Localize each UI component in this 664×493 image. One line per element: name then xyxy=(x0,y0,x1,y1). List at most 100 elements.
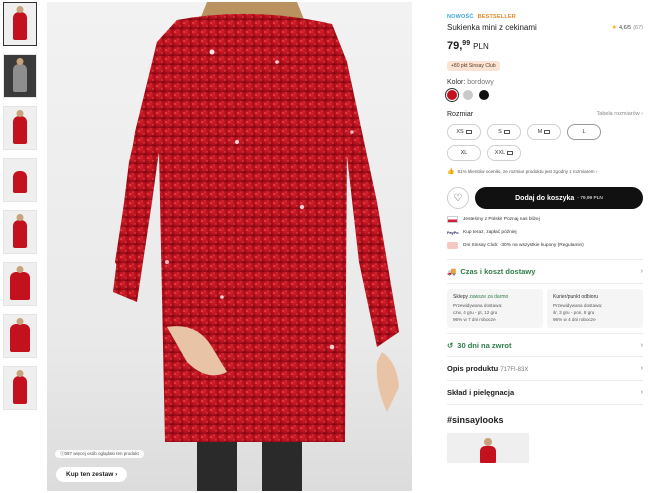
info-poland-text: Jesteśmy z Polski! Poznaj nas bliżej xyxy=(463,217,540,222)
envelope-icon xyxy=(544,130,551,134)
stores-eta-pct: 96% w 7 dni robocze xyxy=(453,316,496,322)
chevron-right-icon: › xyxy=(115,471,118,478)
thumb-figure xyxy=(13,12,27,40)
look-head xyxy=(484,438,492,447)
dress-illustration xyxy=(113,2,399,491)
thumb-figure xyxy=(13,171,27,193)
product-tags: NOWOŚĆ BESTSELLER xyxy=(447,14,643,20)
info-club-days[interactable]: Dni Sinsay Club: -30% na wszystkie kupon… xyxy=(447,242,643,249)
price-cents: 99 xyxy=(462,40,471,47)
stores-heading: Sklepy xyxy=(453,294,470,300)
envelope-icon xyxy=(507,151,514,155)
rating-count: (67) xyxy=(633,24,643,31)
size-xs-label: XS xyxy=(456,129,464,135)
thumbnail-2[interactable] xyxy=(3,54,37,98)
delivery-accordion[interactable]: 🚚 Czas i koszt dostawy › xyxy=(447,260,643,284)
poland-flag-icon xyxy=(447,216,458,223)
product-code: 717FI-83X xyxy=(500,367,529,374)
rating-value: 4,6/5 xyxy=(618,24,632,31)
star-icon: ★ xyxy=(611,25,617,31)
color-label-text: Kolor: xyxy=(447,79,466,86)
sinsaylooks-heading: #sinsaylooks xyxy=(447,415,504,426)
thumbnail-column xyxy=(3,2,37,418)
swatch-burgundy[interactable] xyxy=(445,88,459,102)
delivery-courier: Kurier/punkt odbioru Przewidywana dostaw… xyxy=(547,289,643,329)
size-s-label: S xyxy=(498,129,502,135)
thumbnail-8[interactable] xyxy=(3,366,37,410)
thumbnail-5[interactable] xyxy=(3,210,37,254)
color-label: Kolor: bordowy xyxy=(447,79,643,86)
chevron-right-icon: › xyxy=(640,365,643,373)
thumb-head xyxy=(16,110,24,117)
size-s[interactable]: S xyxy=(487,124,521,140)
description-heading: Opis produktu xyxy=(447,364,499,374)
thumb-head xyxy=(16,370,24,377)
size-xs[interactable]: XS xyxy=(447,124,481,140)
info-club-text: Dni Sinsay Club: -30% na wszystkie kupon… xyxy=(463,243,584,248)
info-paypo[interactable]: PayPo Kup teraz, zapłać później xyxy=(447,230,643,235)
shop-the-look-button[interactable]: Kup ten zestaw › xyxy=(55,466,129,483)
viewers-note: ⓢ087 więcej osób oglądało ten produkt xyxy=(55,450,144,458)
thumb-figure xyxy=(13,64,27,92)
wishlist-heart-button[interactable]: ♡ xyxy=(447,187,469,209)
heart-icon: ♡ xyxy=(453,192,463,204)
returns-heading: 30 dni na zwrot xyxy=(457,340,512,350)
size-xl[interactable]: XL xyxy=(447,145,481,161)
info-paypo-text: Kup teraz, zapłać później xyxy=(463,230,517,235)
size-guide-link[interactable]: Tabela rozmiarów › xyxy=(597,111,643,118)
swatch-grey[interactable] xyxy=(463,90,473,100)
price-currency: PLN xyxy=(473,42,489,51)
size-label: Rozmiar xyxy=(447,111,474,118)
swatch-black[interactable] xyxy=(479,90,489,100)
club-icon xyxy=(447,242,458,249)
product-rating[interactable]: ★ 4,6/5 (67) xyxy=(611,24,643,32)
envelope-icon xyxy=(503,130,510,134)
bestseller-tag: BESTSELLER xyxy=(477,14,516,20)
size-xl-label: XL xyxy=(460,150,468,156)
size-l[interactable]: L xyxy=(567,124,601,140)
add-to-cart-price: - 79,99 PLN xyxy=(577,195,603,201)
chevron-right-icon: › xyxy=(640,341,643,349)
courier-eta-dates: śr, 3 gru - pon, 8 gru xyxy=(553,309,595,315)
thumb-head xyxy=(16,214,24,221)
thumbnail-4[interactable] xyxy=(3,158,37,202)
thumb-figure xyxy=(13,220,27,248)
thumbnail-6[interactable] xyxy=(3,262,37,306)
thumb-figure xyxy=(13,376,27,404)
price-main: 79, xyxy=(447,40,463,52)
main-product-image[interactable]: ⓢ087 więcej osób oglądało ten produkt Ku… xyxy=(47,2,412,491)
courier-eta-pct: 96% w 4 dni robocze xyxy=(553,316,596,322)
size-m-label: M xyxy=(537,129,543,135)
return-icon: ↺ xyxy=(447,340,454,350)
look-thumbnail[interactable] xyxy=(447,433,529,464)
size-fit-note[interactable]: 👍 81% klientów oceniło, że rozmiar produ… xyxy=(447,168,643,175)
new-tag: NOWOŚĆ xyxy=(447,14,474,20)
fit-note-text: 81% klientów oceniło, że rozmiar produkt… xyxy=(457,169,598,174)
product-title: Sukienka mini z cekinami xyxy=(447,23,537,32)
thumb-figure xyxy=(10,324,30,352)
color-swatches xyxy=(445,88,643,102)
chevron-right-icon: › xyxy=(640,389,643,397)
add-to-cart-button[interactable]: Dodaj do koszyka - 79,99 PLN xyxy=(475,187,643,209)
info-poland[interactable]: Jesteśmy z Polski! Poznaj nas bliżej xyxy=(447,216,643,223)
shop-look-label: Kup ten zestaw xyxy=(66,471,114,478)
delivery-heading: Czas i koszt dostawy xyxy=(460,267,536,276)
description-accordion[interactable]: Opis produktu 717FI-83X › xyxy=(447,357,643,382)
stores-eta-dates: czw, 4 gru - pt, 12 gru xyxy=(453,309,498,315)
thumb-head xyxy=(16,318,24,325)
product-info-panel: NOWOŚĆ BESTSELLER Sukienka mini z cekina… xyxy=(445,14,643,464)
care-accordion[interactable]: Skład i pielęgnacja › xyxy=(447,381,643,406)
product-price: 79,99 PLN xyxy=(447,40,643,52)
look-body xyxy=(480,446,496,464)
size-l-label: L xyxy=(582,129,586,135)
thumbnail-1[interactable] xyxy=(3,2,37,46)
size-xxl[interactable]: XXL xyxy=(487,145,521,161)
size-m[interactable]: M xyxy=(527,124,561,140)
thumb-head xyxy=(16,58,24,65)
thumbnail-7[interactable] xyxy=(3,314,37,358)
returns-accordion[interactable]: ↺ 30 dni na zwrot › xyxy=(447,333,643,358)
thumbnail-3[interactable] xyxy=(3,106,37,150)
delivery-stores: Sklepy zawsze za darmo Przewidywana dost… xyxy=(447,289,543,329)
courier-eta-label: Przewidywana dostawa: xyxy=(553,302,603,308)
chevron-right-icon: › xyxy=(640,268,643,275)
